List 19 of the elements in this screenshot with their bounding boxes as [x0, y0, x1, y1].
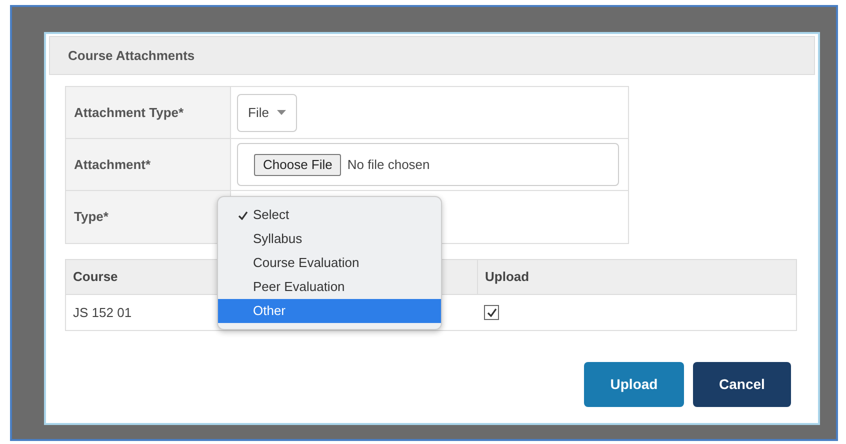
field-label: Attachment Type* — [66, 87, 231, 138]
dialog-title: Course Attachments — [49, 36, 815, 75]
dropdown-option[interactable]: Other — [218, 299, 441, 323]
attachment-type-select[interactable]: File — [237, 94, 297, 132]
table-cell-text: JS 152 01 — [73, 304, 132, 322]
dropdown-option[interactable]: Peer Evaluation — [218, 275, 441, 299]
check-icon — [486, 308, 496, 317]
field-label: Type* — [66, 191, 231, 243]
cancel-button[interactable]: Cancel — [693, 362, 791, 407]
choose-file-button[interactable]: Choose File — [254, 154, 342, 176]
dropdown-option[interactable]: Course Evaluation — [218, 251, 441, 275]
column-header: Upload — [485, 268, 530, 286]
file-status: No file chosen — [347, 156, 430, 174]
field-label: Attachment* — [66, 139, 231, 190]
upload-checkbox[interactable] — [484, 305, 499, 320]
caret-icon — [276, 110, 286, 115]
column-header: Course — [73, 268, 118, 286]
upload-button[interactable]: Upload — [584, 362, 684, 407]
check-icon — [237, 211, 249, 220]
